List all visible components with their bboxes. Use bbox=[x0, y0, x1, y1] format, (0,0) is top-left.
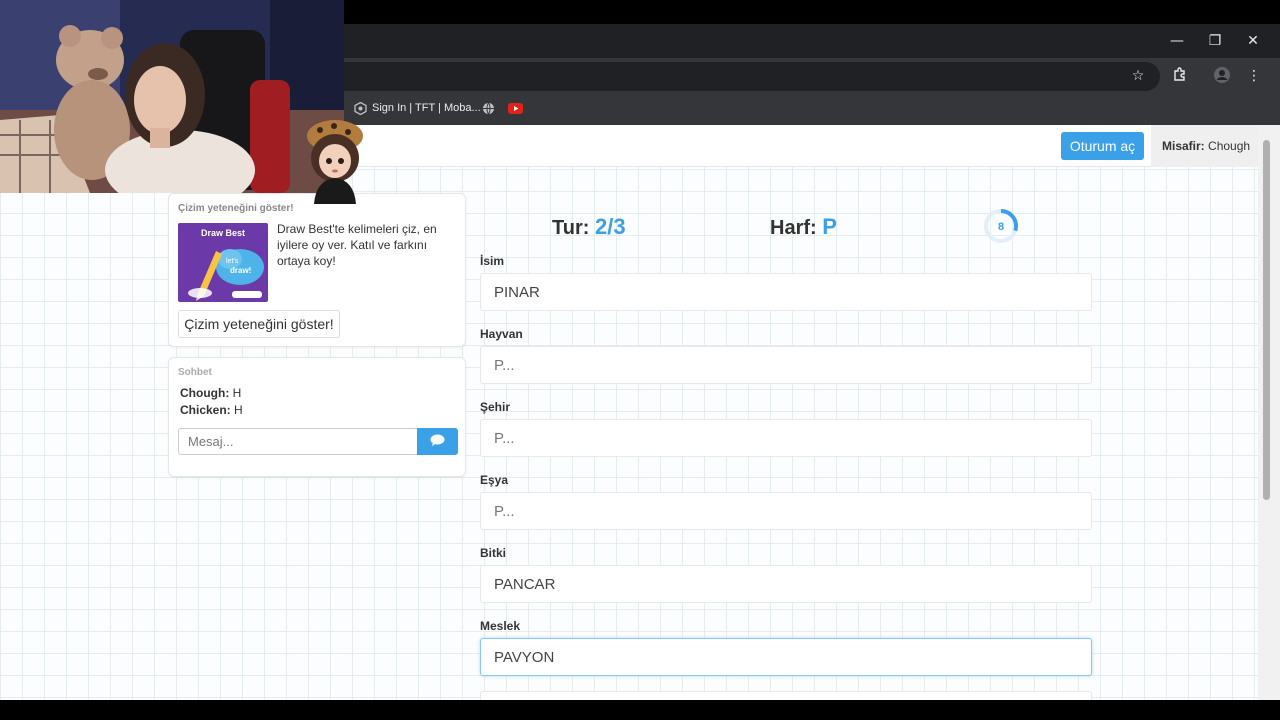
show-drawing-skill-button[interactable]: Çizim yeteneğini göster! bbox=[178, 310, 340, 338]
next-field-input[interactable] bbox=[480, 691, 1092, 700]
field-input-bitki[interactable] bbox=[480, 565, 1092, 603]
chat-message: Chough: H bbox=[180, 386, 241, 400]
comment-icon bbox=[430, 434, 445, 446]
close-icon[interactable]: ✕ bbox=[1234, 24, 1272, 58]
letter-label: Harf: bbox=[770, 217, 817, 239]
bookmarks-bar: Sign In | TFT | Moba... bbox=[344, 94, 1280, 125]
bookmark-tft[interactable]: Sign In | TFT | Moba... bbox=[354, 94, 481, 122]
browser-titlebar: — ❐ ✕ bbox=[344, 24, 1280, 58]
chat-user: Chicken: bbox=[180, 403, 231, 417]
globe-icon bbox=[483, 102, 494, 114]
letter-value: P bbox=[822, 214, 837, 239]
screen: — ❐ ✕ ☆ ⋮ Sign In | TFT | Moba... Oturum bbox=[0, 0, 1280, 720]
field-label-sehir: Şehir bbox=[480, 400, 511, 414]
profile-avatar-icon[interactable] bbox=[1212, 66, 1232, 86]
bookmark-label: Sign In | TFT | Moba... bbox=[372, 102, 481, 114]
field-input-hayvan[interactable] bbox=[480, 346, 1092, 384]
guest-prefix: Misafir: bbox=[1162, 139, 1205, 153]
promo-card: Çizim yeteneğini göster! Draw Best let's… bbox=[168, 193, 466, 347]
countdown-timer: 8 bbox=[984, 209, 1018, 243]
promo-title: Çizim yeteneğini göster! bbox=[178, 203, 294, 214]
page-scrollbar[interactable] bbox=[1258, 125, 1280, 700]
field-label-isim: İsim bbox=[480, 254, 505, 268]
scrollbar-thumb[interactable] bbox=[1263, 140, 1270, 500]
field-input-meslek[interactable] bbox=[480, 638, 1092, 676]
round-label: Tur: bbox=[552, 217, 590, 239]
timer-value: 8 bbox=[998, 221, 1004, 233]
bookmark-youtube[interactable] bbox=[508, 94, 528, 122]
chat-message-input[interactable] bbox=[178, 428, 418, 455]
svg-text:let's: let's bbox=[226, 258, 239, 265]
field-label-hayvan: Hayvan bbox=[480, 327, 523, 341]
guest-name: Chough bbox=[1208, 139, 1251, 153]
chat-text: H bbox=[232, 386, 242, 400]
browser-toolbar: ☆ ⋮ bbox=[344, 58, 1280, 94]
chat-text: H bbox=[234, 403, 243, 417]
webcam-feed-image bbox=[0, 0, 344, 193]
restore-icon[interactable]: ❐ bbox=[1196, 24, 1234, 58]
chat-title: Sohbet bbox=[178, 367, 212, 378]
draw-best-art: let's draw! bbox=[188, 249, 264, 301]
chat-message: Chicken: H bbox=[180, 403, 243, 417]
chat-card: Sohbet Chough: H Chicken: H bbox=[168, 357, 466, 477]
login-button[interactable]: Oturum aç bbox=[1061, 132, 1144, 160]
field-input-esya[interactable] bbox=[480, 492, 1092, 530]
field-input-isim[interactable] bbox=[480, 273, 1092, 311]
promo-description: Draw Best'te kelimeleri çiz, en iyilere … bbox=[277, 222, 437, 268]
bookmark-star-icon[interactable]: ☆ bbox=[1128, 66, 1148, 86]
field-label-meslek: Meslek bbox=[480, 619, 521, 633]
extensions-icon[interactable] bbox=[1170, 66, 1190, 86]
svg-text:draw!: draw! bbox=[230, 266, 251, 275]
webcam-overlay bbox=[0, 0, 344, 193]
address-bar[interactable]: ☆ bbox=[344, 62, 1160, 91]
round-value: 2/3 bbox=[594, 214, 626, 239]
doll-sticker-image bbox=[307, 120, 363, 204]
minimize-icon[interactable]: — bbox=[1158, 24, 1196, 58]
field-label-esya: Eşya bbox=[480, 473, 509, 487]
tft-icon bbox=[354, 101, 367, 115]
chat-user: Chough: bbox=[180, 386, 230, 400]
chat-send-button[interactable] bbox=[417, 428, 458, 455]
field-input-sehir[interactable] bbox=[480, 419, 1092, 457]
field-label-bitki: Bitki bbox=[480, 546, 507, 560]
draw-best-image[interactable]: Draw Best let's draw! bbox=[178, 223, 268, 302]
menu-kebab-icon[interactable]: ⋮ bbox=[1244, 66, 1264, 86]
letter-indicator: Harf: P bbox=[770, 214, 837, 240]
youtube-icon bbox=[508, 102, 523, 114]
round-indicator: Tur: 2/3 bbox=[552, 214, 626, 240]
bookmark-globe[interactable] bbox=[482, 94, 500, 122]
guest-user-label: Misafir: Chough bbox=[1151, 125, 1258, 167]
game-page: Oturum aç Misafir: Chough Çizim yeteneği… bbox=[0, 125, 1258, 700]
